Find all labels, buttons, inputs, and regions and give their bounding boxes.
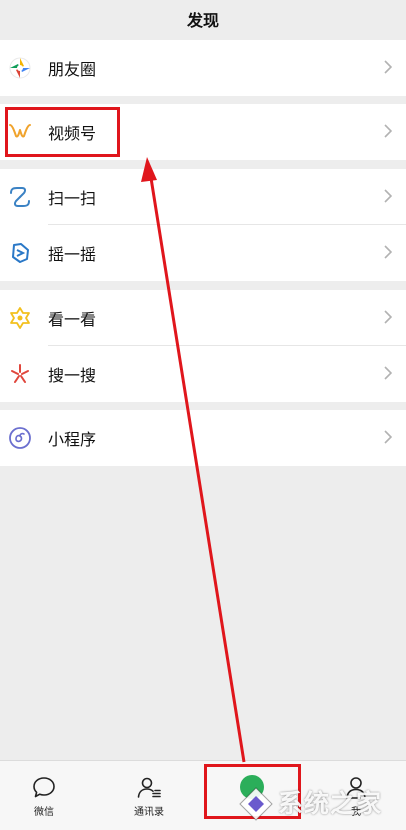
bottom-tab-bar: 微信 通讯录 我 — [0, 760, 406, 830]
list-item-mini-programs[interactable]: 小程序 — [0, 410, 406, 466]
chevron-right-icon — [384, 430, 392, 444]
list-item-top-stories[interactable]: 看一看 — [0, 290, 406, 346]
chevron-right-icon — [384, 366, 392, 380]
list-item-label: 摇一摇 — [48, 245, 97, 264]
tab-label: 我 — [351, 807, 361, 818]
search-icon — [8, 362, 32, 386]
scan-icon — [8, 185, 32, 209]
list-item-label: 小程序 — [48, 430, 97, 449]
page-title: 发现 — [0, 0, 406, 38]
list-item-label: 朋友圈 — [48, 60, 97, 79]
page-title-text: 发现 — [186, 11, 219, 30]
list-item-label: 扫一扫 — [48, 189, 97, 208]
annotation-box-discover-tab — [204, 764, 301, 819]
tab-label: 微信 — [34, 807, 54, 818]
moments-icon — [8, 56, 32, 80]
group-scan-shake: 扫一扫 摇一摇 — [0, 169, 406, 281]
tab-chats[interactable]: 微信 — [4, 769, 84, 825]
chevron-right-icon — [384, 245, 392, 259]
chats-icon — [33, 777, 55, 798]
chevron-right-icon — [384, 189, 392, 203]
annotation-box-channels — [5, 107, 120, 157]
contacts-icon — [137, 777, 161, 798]
top-stories-icon — [8, 306, 32, 330]
me-icon — [346, 777, 366, 799]
list-item-label: 看一看 — [48, 310, 97, 329]
list-item-shake[interactable]: 摇一摇 — [0, 225, 406, 281]
chevron-right-icon — [384, 310, 392, 324]
chevron-right-icon — [384, 124, 392, 138]
group-look-search: 看一看 搜一搜 — [0, 290, 406, 402]
tab-contacts[interactable]: 通讯录 — [109, 769, 189, 825]
group-moments: 朋友圈 — [0, 40, 406, 96]
group-mini-programs: 小程序 — [0, 410, 406, 466]
list-item-scan[interactable]: 扫一扫 — [0, 169, 406, 225]
tab-me[interactable]: 我 — [316, 769, 396, 825]
tab-label: 通讯录 — [134, 807, 164, 818]
shake-icon — [8, 241, 32, 265]
list-item-label: 搜一搜 — [48, 366, 97, 385]
list-item-search[interactable]: 搜一搜 — [0, 346, 406, 402]
chevron-right-icon — [384, 60, 392, 74]
mini-programs-icon — [8, 426, 32, 450]
list-item-moments[interactable]: 朋友圈 — [0, 40, 406, 96]
